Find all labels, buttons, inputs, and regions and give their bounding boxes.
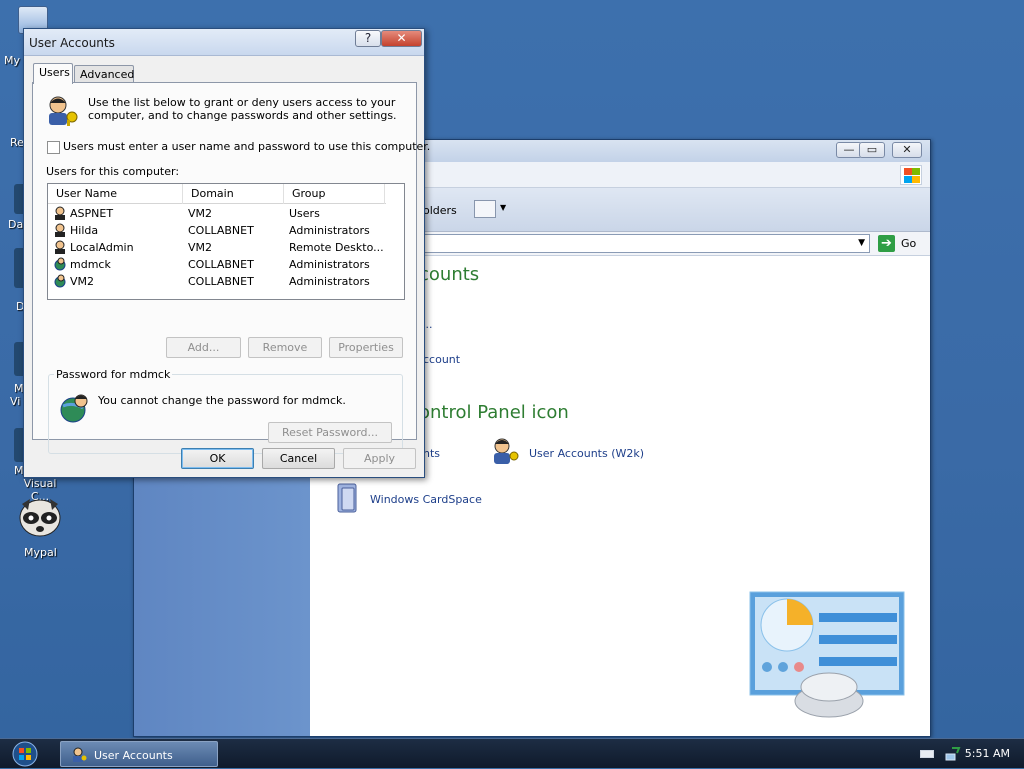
help-button[interactable]: ?	[355, 30, 381, 47]
globe-user-icon	[54, 257, 66, 271]
password-group: Password for mdmck You cannot change the…	[48, 368, 403, 454]
raccoon-icon	[19, 499, 61, 537]
clock[interactable]: 5:51 AM	[965, 747, 1010, 760]
maximize-button[interactable]: ▭	[859, 142, 885, 158]
network-icon[interactable]	[945, 746, 961, 762]
add-user-button[interactable]: Add...	[166, 337, 241, 358]
chevron-down-icon[interactable]: ▼	[858, 238, 865, 248]
desktop-icon-mypal[interactable]: Mypal	[14, 496, 66, 562]
taskbar: User Accounts 5:51 AM	[0, 738, 1024, 768]
tab-users[interactable]: Users	[33, 63, 73, 84]
cardspace-icon	[337, 483, 357, 513]
taskbar-item-label: User Accounts	[94, 749, 173, 762]
require-login-checkbox[interactable]	[47, 141, 60, 154]
windows-logo-icon	[900, 165, 922, 185]
table-row[interactable]: ASPNET VM2 Users	[48, 205, 404, 222]
link-user-accounts-w2k[interactable]: User Accounts (W2k)	[529, 447, 644, 460]
user-name: Hilda	[70, 224, 99, 237]
link-user-accounts[interactable]: nts	[423, 447, 440, 460]
table-row[interactable]: mdmck COLLABNET Administrators	[48, 256, 404, 273]
user-icon	[55, 206, 65, 220]
password-group-label: Password for mdmck	[54, 368, 173, 381]
user-domain: COLLABNET	[188, 224, 254, 237]
taskbar-item-user-accounts[interactable]: User Accounts	[60, 741, 218, 767]
desktop-icon-label: Da	[8, 218, 24, 231]
reset-password-button[interactable]: Reset Password...	[268, 422, 392, 443]
users-tab-panel: Use the list below to grant or deny user…	[32, 82, 430, 454]
intro-text-line-2: computer, and to change passwords and ot…	[88, 109, 397, 122]
user-name: mdmck	[70, 258, 111, 271]
go-label: Go	[901, 237, 917, 250]
go-button[interactable]: ➔ Go	[876, 234, 926, 253]
ok-button[interactable]: OK	[181, 448, 254, 469]
dialog-titlebar[interactable]: User Accounts ? ✕	[24, 29, 424, 56]
password-message: You cannot change the password for mdmck…	[98, 394, 346, 407]
remove-user-button[interactable]: Remove	[248, 337, 322, 358]
column-group[interactable]: Group	[284, 184, 385, 204]
user-domain: VM2	[188, 241, 213, 254]
globe-user-icon	[60, 394, 88, 423]
link-user-account[interactable]: ccount	[423, 353, 460, 366]
user-domain: VM2	[188, 207, 213, 220]
keyboard-icon[interactable]	[920, 750, 934, 758]
arrow-right-icon: ➔	[878, 235, 895, 252]
close-button[interactable]: ✕	[381, 30, 422, 47]
user-group: Users	[289, 207, 320, 220]
user-name: VM2	[70, 275, 95, 288]
system-tray: 5:51 AM	[884, 739, 1024, 769]
control-panel-illustration-icon	[749, 591, 905, 718]
user-group: Administrators	[289, 275, 370, 288]
user-domain: COLLABNET	[188, 275, 254, 288]
desktop-icon-label: Re	[10, 136, 24, 149]
table-row[interactable]: LocalAdmin VM2 Remote Deskto...	[48, 239, 404, 256]
user-icon	[55, 223, 65, 237]
user-icon	[55, 240, 65, 254]
dialog-title: User Accounts	[29, 36, 115, 50]
user-group: Remote Deskto...	[289, 241, 384, 254]
apply-button[interactable]: Apply	[343, 448, 416, 469]
table-row[interactable]: Hilda COLLABNET Administrators	[48, 222, 404, 239]
properties-button[interactable]: Properties	[329, 337, 403, 358]
user-group: Administrators	[289, 224, 370, 237]
tab-advanced[interactable]: Advanced	[74, 65, 134, 83]
user-accounts-dialog[interactable]: User Accounts ? ✕ Users Advanced Use the…	[23, 28, 430, 478]
user-accounts-icon	[73, 747, 87, 762]
table-row[interactable]: VM2 COLLABNET Administrators	[48, 273, 404, 290]
users-key-icon	[49, 96, 78, 126]
chevron-down-icon[interactable]: ▼	[500, 203, 506, 212]
globe-user-icon	[54, 274, 66, 288]
start-button[interactable]	[8, 741, 42, 767]
user-accounts-icon	[494, 438, 519, 464]
users-list[interactable]: User Name Domain Group ASPNET VM2 Users …	[47, 183, 405, 300]
user-domain: COLLABNET	[188, 258, 254, 271]
views-icon[interactable]	[474, 200, 496, 218]
require-login-label[interactable]: Users must enter a user name and passwor…	[63, 140, 430, 153]
desktop-icon-label: My	[4, 54, 21, 67]
desktop-icon-label: Mypal	[24, 546, 57, 559]
intro-text-line-1: Use the list below to grant or deny user…	[88, 96, 396, 109]
users-list-label: Users for this computer:	[46, 165, 180, 178]
user-name: LocalAdmin	[70, 241, 134, 254]
users-list-header: User Name Domain Group	[48, 184, 386, 204]
cancel-button[interactable]: Cancel	[262, 448, 335, 469]
desktop-icon-label: Vi	[10, 395, 21, 408]
section-heading-user-accounts: counts	[419, 264, 480, 285]
link-windows-cardspace[interactable]: Windows CardSpace	[370, 493, 482, 506]
section-heading-control-panel-icon: ontrol Panel icon	[419, 402, 569, 423]
user-name: ASPNET	[70, 207, 114, 220]
column-user-name[interactable]: User Name	[48, 184, 183, 204]
toolbar-folders-button[interactable]: olders	[423, 204, 457, 217]
close-button[interactable]: ✕	[892, 142, 922, 158]
column-domain[interactable]: Domain	[183, 184, 284, 204]
user-group: Administrators	[289, 258, 370, 271]
